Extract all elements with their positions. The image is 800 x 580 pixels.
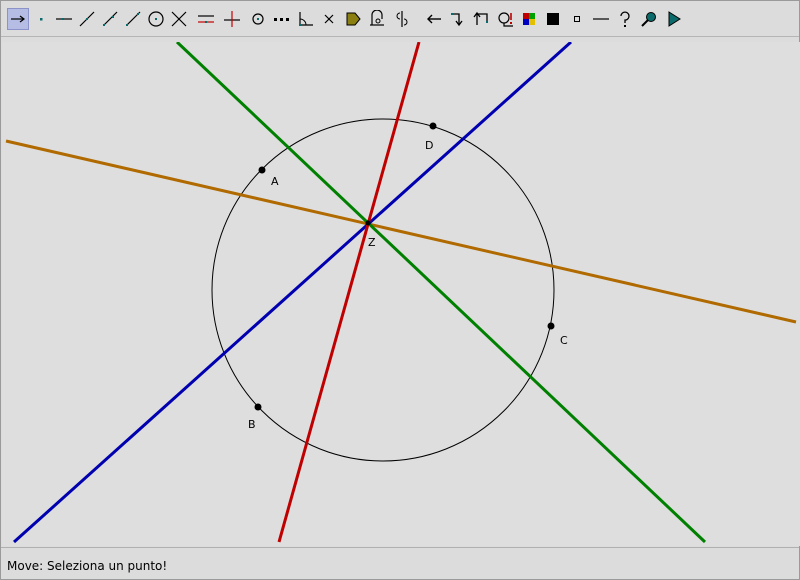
line-style-tool[interactable] [590, 8, 612, 30]
small-square-icon [574, 16, 580, 22]
midpoint-tool[interactable] [247, 8, 269, 30]
point-d[interactable] [429, 122, 437, 130]
status-message: Move: Seleziona un punto! [7, 559, 168, 573]
help-tool[interactable] [614, 8, 636, 30]
label-b: B [248, 418, 256, 431]
label-c: C [560, 334, 568, 347]
label-a: A [271, 175, 279, 188]
intersection-tool[interactable] [168, 8, 190, 30]
perpendicular-bisector-tool[interactable] [271, 8, 293, 30]
redo-tool[interactable] [447, 8, 469, 30]
move-arrow-icon [11, 15, 25, 23]
point-a[interactable] [258, 166, 266, 174]
ray-icon [103, 11, 118, 26]
dots-icon [274, 18, 289, 21]
line-style-icon [593, 18, 609, 20]
vector-icon [126, 11, 141, 26]
play-tool[interactable] [663, 8, 685, 30]
point-c[interactable] [547, 322, 555, 330]
point-z[interactable] [365, 220, 371, 226]
reflection-icon [396, 11, 408, 27]
red-line[interactable] [277, 41, 421, 543]
app-window: A B C D Z Move: Seleziona un punto! [0, 0, 800, 580]
orange-line[interactable] [5, 139, 797, 324]
status-bar: Move: Seleziona un punto! [1, 547, 799, 579]
ray-tool[interactable] [99, 8, 121, 30]
macro-tool[interactable] [495, 8, 517, 30]
symmetry-tool[interactable] [366, 8, 388, 30]
angle-icon [299, 12, 313, 26]
arrow-left-icon [427, 14, 441, 24]
move-tool[interactable] [7, 8, 29, 30]
point-tool[interactable] [30, 8, 52, 30]
color-tool[interactable] [518, 8, 540, 30]
filled-square-icon [547, 13, 559, 25]
geometry-figure: A B C D Z [5, 40, 797, 544]
midpoint-icon [252, 13, 264, 25]
reflection-tool[interactable] [391, 8, 413, 30]
drawing-canvas[interactable]: A B C D Z [2, 40, 800, 546]
symmetry-icon [370, 10, 384, 26]
parallel-icon [198, 15, 214, 23]
play-icon [668, 11, 681, 27]
green-line[interactable] [175, 40, 707, 544]
fill-tool[interactable] [542, 8, 564, 30]
line-tool[interactable] [53, 8, 75, 30]
polygon-tool[interactable] [342, 8, 364, 30]
zoom-tool[interactable] [638, 8, 660, 30]
label-z: Z [368, 236, 376, 249]
circle-tool[interactable] [145, 8, 167, 30]
delete-tool[interactable] [318, 8, 340, 30]
parallel-tool[interactable] [195, 8, 217, 30]
macro-icon [498, 12, 513, 27]
polygon-icon [346, 12, 361, 26]
undo-tool[interactable] [423, 8, 445, 30]
toolbar [1, 1, 799, 37]
point-style-tool[interactable] [566, 8, 588, 30]
circle-icon [148, 11, 164, 27]
point-b[interactable] [254, 403, 262, 411]
rotate-icon [473, 11, 488, 25]
segment-tool[interactable] [76, 8, 98, 30]
line-icon [56, 18, 72, 20]
delete-x-icon [324, 14, 334, 24]
angle-bisector-tool[interactable] [295, 8, 317, 30]
perpendicular-tool[interactable] [221, 8, 243, 30]
label-d: D [425, 139, 433, 152]
color-palette-icon [523, 13, 535, 25]
magnifier-icon [641, 12, 656, 27]
question-mark-icon [620, 11, 630, 27]
intersection-icon [171, 11, 187, 27]
blue-line[interactable] [12, 40, 573, 544]
redo-icon [451, 13, 463, 27]
perpendicular-icon [224, 11, 240, 27]
vector-tool[interactable] [122, 8, 144, 30]
segment-icon [79, 11, 95, 27]
rotate-tool[interactable] [471, 8, 493, 30]
point-icon [40, 18, 43, 21]
